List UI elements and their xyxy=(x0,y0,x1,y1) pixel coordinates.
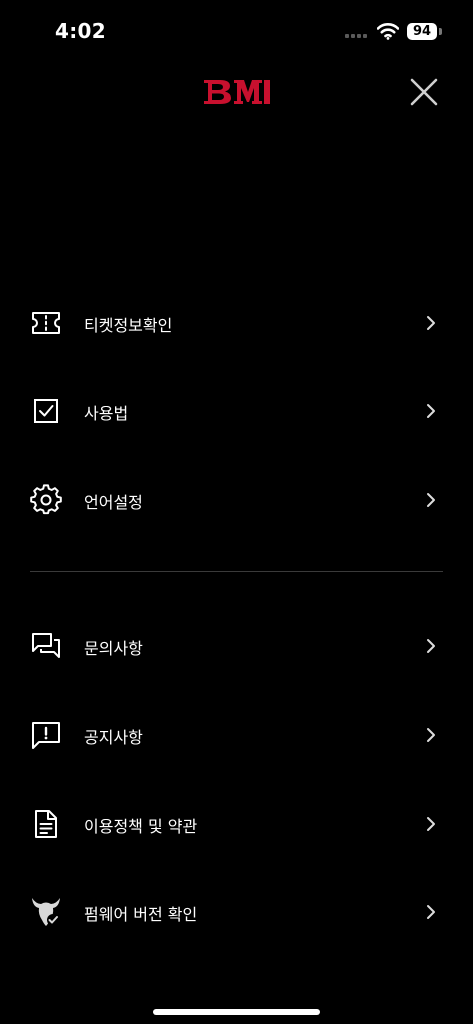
chevron-right-icon xyxy=(427,728,435,742)
menu-item-how-to-use[interactable]: 사용법 xyxy=(0,381,473,441)
document-icon xyxy=(35,810,57,838)
chat-bubbles-icon xyxy=(32,633,60,658)
menu-item-label: 이용정책 및 약관 xyxy=(84,817,198,836)
cellular-signal-icon xyxy=(345,34,369,38)
menu-item-language-settings[interactable]: 언어설정 xyxy=(0,470,473,530)
checkbox-icon xyxy=(34,399,58,423)
brand-logo xyxy=(204,80,270,104)
chevron-right-icon xyxy=(427,493,435,507)
menu-divider xyxy=(30,571,443,572)
menu-item-label: 언어설정 xyxy=(84,493,143,512)
menu-item-firmware-version[interactable]: 펌웨어 버전 확인 xyxy=(0,882,473,942)
chevron-right-icon xyxy=(427,905,435,919)
battery-cap xyxy=(439,28,442,35)
ticket-icon xyxy=(32,312,60,334)
devil-check-icon xyxy=(32,898,60,926)
gear-icon xyxy=(30,484,62,515)
status-bar: 4:02 94 xyxy=(0,0,473,60)
home-indicator[interactable] xyxy=(153,1009,320,1015)
menu-item-label: 공지사항 xyxy=(84,728,143,747)
chevron-right-icon xyxy=(427,316,435,330)
menu-item-label: 문의사항 xyxy=(84,639,143,658)
close-button[interactable] xyxy=(405,73,443,111)
menu-item-notices[interactable]: 공지사항 xyxy=(0,705,473,765)
status-time: 4:02 xyxy=(55,19,106,43)
menu-item-policy-terms[interactable]: 이용정책 및 약관 xyxy=(0,794,473,854)
battery-icon: 94 xyxy=(407,23,437,40)
notice-bubble-icon xyxy=(32,722,60,749)
menu-item-ticket-info[interactable]: 티켓정보확인 xyxy=(0,293,473,353)
menu-item-inquiries[interactable]: 문의사항 xyxy=(0,616,473,676)
menu-item-label: 사용법 xyxy=(84,404,129,423)
menu-item-label: 티켓정보확인 xyxy=(84,316,173,335)
chevron-right-icon xyxy=(427,404,435,418)
menu-item-label: 펌웨어 버전 확인 xyxy=(84,905,198,924)
wifi-icon xyxy=(377,23,399,40)
chevron-right-icon xyxy=(427,817,435,831)
chevron-right-icon xyxy=(427,639,435,653)
